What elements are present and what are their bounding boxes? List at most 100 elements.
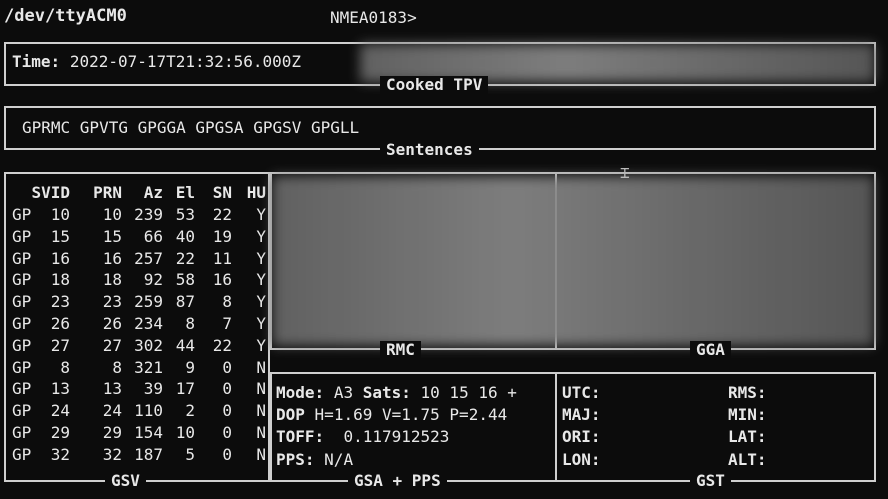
gsv-az-cell: 66 xyxy=(143,226,163,246)
gsv-prn-cell: 16 xyxy=(102,248,122,268)
gsv-table-row: GP 18 18 92 58 16 Y xyxy=(0,269,270,291)
time-value: 2022-07-17T21:32:56.000Z xyxy=(69,52,301,71)
gsv-hu-cell: N xyxy=(256,379,266,399)
gsv-svid-cell: 24 xyxy=(50,401,70,421)
sats-value: 10 15 16 + xyxy=(420,383,517,402)
gsv-sn-cell: 16 xyxy=(212,270,232,290)
gsv-svid-cell: 13 xyxy=(50,379,70,399)
gsv-sn-cell: 0 xyxy=(222,423,232,442)
gsv-table-row: GP 10 10 239 53 22 Y xyxy=(0,204,270,226)
redacted-rmc-gga-region xyxy=(272,176,874,346)
gsv-az-cell: 259 xyxy=(134,292,163,312)
gsv-az-cell: 239 xyxy=(134,205,163,224)
gsv-table: SVID PRN Az El SN HU GP 10 10 239 53 22 Y GP 15 15 66 40 1… xyxy=(0,182,270,472)
gst-lon-label: LON: xyxy=(562,450,601,469)
gsv-hu-cell: Y xyxy=(256,292,266,312)
gsa-pps-title: GSA + PPS xyxy=(348,472,447,490)
gsv-el-cell: 2 xyxy=(185,401,195,421)
gsv-gnss-cell: GP xyxy=(12,226,32,246)
gsv-az-cell: 154 xyxy=(134,423,163,442)
gsv-title: GSV xyxy=(105,472,146,490)
gsv-col-header: Az xyxy=(143,183,163,202)
pps-label: PPS: xyxy=(276,450,315,469)
gsv-el-cell: 44 xyxy=(175,335,195,355)
gsv-az-cell: 39 xyxy=(143,379,163,399)
gsv-el-cell: 22 xyxy=(175,248,195,268)
gsv-el-cell: 58 xyxy=(175,270,195,290)
gsa-pps-row: PPS: N/A xyxy=(276,450,353,469)
gsv-sn-cell: 19 xyxy=(212,226,232,246)
gsa-dop-row: DOP H=1.69 V=1.75 P=2.44 xyxy=(276,405,507,424)
gsv-az-cell: 110 xyxy=(134,401,163,421)
gsv-el-cell: 17 xyxy=(175,379,195,399)
mouse-cursor-icon: ⌶ xyxy=(620,163,630,182)
sentences-list: GPRMC GPVTG GPGGA GPGSA GPGSV GPGLL xyxy=(22,118,360,137)
gsv-az-cell: 257 xyxy=(134,248,163,268)
rmc-title: RMC xyxy=(380,341,421,359)
gsv-sn-cell: 7 xyxy=(222,314,232,333)
gsv-table-row: GP 27 27 302 44 22 Y xyxy=(0,335,270,357)
gsv-svid-cell: 10 xyxy=(50,205,70,224)
gsv-col-header: HU xyxy=(246,183,266,202)
gsv-table-row: GP 24 24 110 2 0 N xyxy=(0,400,270,422)
gsv-table-row: GP 13 13 39 17 0 N xyxy=(0,378,270,400)
gsv-table-row: GP 26 26 234 8 7 Y xyxy=(0,313,270,335)
gsv-sn-cell: 11 xyxy=(212,248,232,268)
gsv-hu-cell: N xyxy=(256,444,266,464)
gsv-svid-cell: 15 xyxy=(50,226,70,246)
mode-value: A3 xyxy=(333,383,354,402)
gsv-gnss-cell: GP xyxy=(12,270,32,290)
gsv-hu-cell: N xyxy=(256,401,266,421)
gsv-prn-cell: 18 xyxy=(102,270,122,290)
gsv-sn-cell: 22 xyxy=(212,335,232,355)
gsv-sn-cell: 22 xyxy=(212,205,232,224)
gsv-gnss-cell: GP xyxy=(12,314,32,333)
cooked-tpv-title: Cooked TPV xyxy=(380,76,489,94)
gsv-sn-cell: 0 xyxy=(222,357,232,377)
gsv-sn-cell: 8 xyxy=(222,292,232,312)
toff-label: TOFF: xyxy=(276,427,325,446)
gsv-table-row: GP 16 16 257 22 11 Y xyxy=(0,248,270,270)
gsv-prn-cell: 15 xyxy=(102,226,122,246)
gsv-gnss-cell: GP xyxy=(12,379,32,399)
tpv-time-row: Time: 2022-07-17T21:32:56.000Z xyxy=(12,52,301,71)
gst-lat-label: LAT: xyxy=(728,427,767,446)
gsv-az-cell: 321 xyxy=(134,357,163,377)
gsv-table-row: GP 29 29 154 10 0 N xyxy=(0,422,270,444)
gsv-svid-cell: 23 xyxy=(50,292,70,312)
gsv-prn-cell: 27 xyxy=(102,335,122,355)
gsv-svid-cell: 18 xyxy=(50,270,70,290)
gsv-header-row: SVID PRN Az El SN HU xyxy=(0,182,270,204)
gsv-sn-cell: 0 xyxy=(222,444,232,464)
gsv-svid-cell: 16 xyxy=(50,248,70,268)
gst-ori-label: ORI: xyxy=(562,427,601,446)
gsv-col-header: SN xyxy=(212,183,232,202)
mode-prompt: NMEA0183> xyxy=(330,8,417,27)
gsv-az-cell: 302 xyxy=(134,335,163,355)
gsv-el-cell: 8 xyxy=(185,314,195,333)
gsv-svid-cell: 32 xyxy=(50,444,70,464)
gst-min-label: MIN: xyxy=(728,405,767,424)
gsv-svid-cell: 29 xyxy=(50,423,70,442)
gsv-sn-cell: 0 xyxy=(222,379,232,399)
gsv-hu-cell: N xyxy=(256,357,266,377)
gsv-az-cell: 92 xyxy=(143,270,163,290)
gsv-prn-cell: 24 xyxy=(102,401,122,421)
time-label: Time: xyxy=(12,52,61,71)
gsv-gnss-cell: GP xyxy=(12,401,32,421)
dop-v: V=1.75 xyxy=(381,405,440,424)
gsv-table-row: GP 15 15 66 40 19 Y xyxy=(0,226,270,248)
gsv-col-header: SVID xyxy=(31,183,70,202)
gsa-toff-row: TOFF: 0.117912523 xyxy=(276,427,449,446)
gst-rms-label: RMS: xyxy=(728,383,767,402)
gga-title: GGA xyxy=(690,341,731,359)
gsv-table-row: GP 8 8 321 9 0 N xyxy=(0,357,270,379)
gsv-el-cell: 10 xyxy=(175,423,195,442)
gsv-hu-cell: Y xyxy=(256,335,266,355)
gsv-prn-cell: 10 xyxy=(102,205,122,224)
pps-value: N/A xyxy=(324,450,354,469)
gsv-hu-cell: Y xyxy=(256,205,266,224)
gsv-prn-cell: 23 xyxy=(102,292,122,312)
gsv-col-header: PRN xyxy=(93,183,122,202)
gst-alt-label: ALT: xyxy=(728,450,767,469)
